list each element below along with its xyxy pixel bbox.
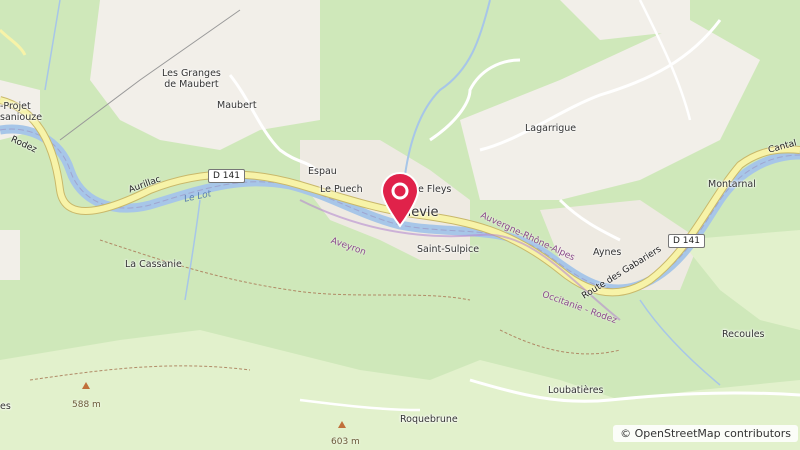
open-area bbox=[460, 20, 760, 200]
place-label-le-fleys: e Fleys bbox=[418, 184, 452, 195]
stream bbox=[184, 199, 201, 301]
place-label-aynes: Aynes bbox=[593, 247, 622, 258]
copyright-symbol: © bbox=[620, 427, 632, 440]
place-label-roquebrune: Roquebrune bbox=[400, 414, 458, 425]
stream bbox=[44, 0, 61, 91]
attribution-link[interactable]: OpenStreetMap contributors bbox=[635, 427, 791, 440]
place-label-es: es bbox=[0, 401, 11, 412]
place-label-saint-sulpice: Saint-Sulpice bbox=[417, 244, 480, 255]
road-shield-d141: D 141 bbox=[668, 234, 705, 248]
peak-label-588: 588 m bbox=[72, 400, 101, 410]
minor-road bbox=[0, 28, 27, 56]
open-area bbox=[0, 230, 20, 280]
map-attribution: © OpenStreetMap contributors bbox=[613, 425, 798, 442]
place-label-loubatieres: Loubatières bbox=[548, 385, 604, 396]
peak-label-603: 603 m bbox=[331, 437, 360, 447]
place-label-recoules: Recoules bbox=[722, 329, 765, 340]
stream bbox=[639, 299, 721, 386]
place-label-espau: Espau bbox=[308, 166, 337, 177]
location-marker-pin[interactable] bbox=[380, 172, 420, 228]
place-label-montarnal: Montarnal bbox=[708, 179, 756, 190]
place-label-lagarrigue: Lagarrigue bbox=[525, 123, 577, 134]
track bbox=[499, 329, 621, 355]
place-label-le-puech: Le Puech bbox=[320, 184, 363, 195]
place-label-les-granges-de-maubert: Les Granges de Maubert bbox=[162, 68, 221, 90]
map-canvas[interactable]: -Projet saniouze Les Granges de Maubert … bbox=[0, 0, 800, 450]
place-label-maubert: Maubert bbox=[217, 100, 257, 111]
place-label-la-cassanie: La Cassanie bbox=[125, 259, 182, 270]
road-shield-d141: D 141 bbox=[208, 169, 245, 183]
place-label-projet: -Projet saniouze bbox=[0, 101, 43, 123]
